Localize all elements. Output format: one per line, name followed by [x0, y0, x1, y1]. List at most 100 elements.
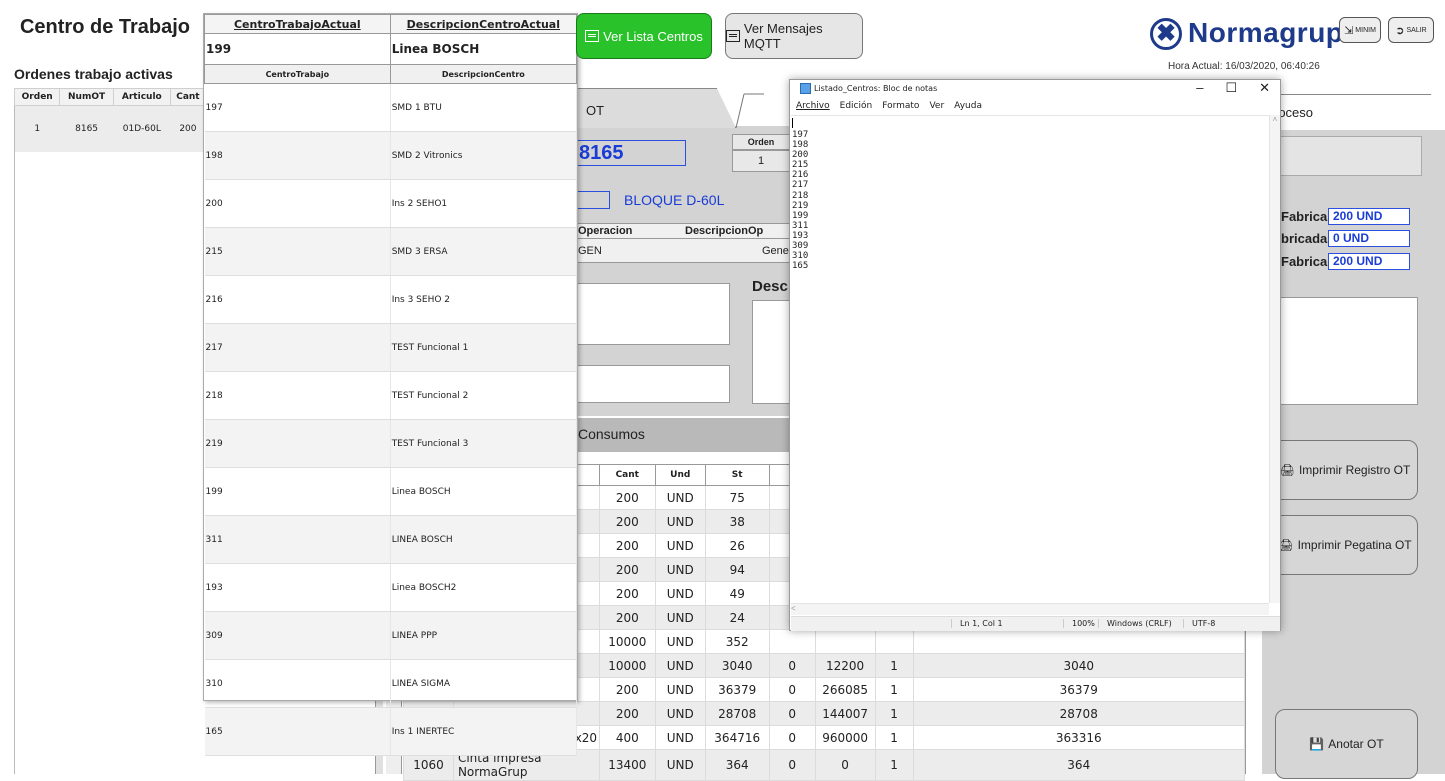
- qty-fabricadas-label: bricadas: [1281, 231, 1335, 246]
- center-description: SMD 1 BTU: [390, 83, 578, 132]
- qty-fabricadas-value: 0 UND: [1328, 230, 1410, 247]
- status-position: Ln 1, Col 1: [951, 619, 1003, 628]
- minimize-window-icon[interactable]: –: [1196, 80, 1203, 96]
- consumos-cell: 12200: [814, 653, 876, 678]
- consumos-cell: 200: [598, 485, 656, 510]
- printer-icon: 🖨: [1279, 463, 1295, 477]
- consumos-cell: 75: [704, 485, 770, 510]
- operation-divider: [576, 238, 791, 239]
- tab-ot-label[interactable]: OT: [586, 103, 604, 118]
- center-code: 218: [204, 371, 391, 420]
- notes-box-secondary: [576, 365, 730, 403]
- consumos-cell: 200: [598, 581, 656, 606]
- save-icon: 💾: [1309, 737, 1325, 751]
- orders-section-title: Ordenes trabajo activas: [14, 66, 173, 82]
- consumos-cell: UND: [654, 509, 706, 534]
- center-list-header: CentroTrabajo: [204, 64, 391, 84]
- consumos-cell: UND: [654, 749, 706, 781]
- table-row[interactable]: 197 SMD 1 BTU: [204, 83, 578, 132]
- notepad-text-area[interactable]: 197 198 200 215 216 217 218 219 199 311 …: [791, 115, 1269, 603]
- table-row[interactable]: 311 LINEA BOSCH: [204, 515, 578, 564]
- consumos-cell: 0: [768, 749, 816, 781]
- consumos-cell: 352: [704, 629, 770, 654]
- maximize-window-icon[interactable]: ☐: [1225, 80, 1237, 96]
- consumos-cell: 0: [768, 653, 816, 678]
- exit-label: SALIR: [1406, 26, 1427, 34]
- annotate-ot-button[interactable]: 💾 Anotar OT: [1275, 709, 1418, 779]
- table-row[interactable]: 218 TEST Funcional 2: [204, 371, 578, 420]
- right-header-strip: [1272, 136, 1422, 176]
- consumos-col-header[interactable]: St: [704, 464, 770, 486]
- center-description: LINEA PPP: [390, 611, 578, 660]
- chevron-up-icon[interactable]: ˄: [1273, 115, 1278, 124]
- col-numot[interactable]: NumOT: [59, 88, 114, 106]
- horizontal-scrollbar[interactable]: ˂: [791, 603, 1269, 615]
- center-description: Ins 2 SEHO1: [390, 179, 578, 228]
- current-time: Hora Actual: 16/03/2020, 06:40:26: [1168, 61, 1320, 72]
- cell-orden: 1: [14, 105, 60, 152]
- view-centers-button[interactable]: Ver Lista Centros: [576, 13, 712, 59]
- consumos-cell: 200: [598, 677, 656, 702]
- table-row[interactable]: 215 SMD 3 ERSA: [204, 227, 578, 276]
- consumos-col-header[interactable]: Und: [654, 464, 706, 486]
- consumos-cell: 400: [598, 725, 656, 750]
- vertical-scrollbar[interactable]: ˄: [1269, 115, 1280, 603]
- table-row[interactable]: 310 LINEA SIGMA: [204, 659, 578, 708]
- table-row[interactable]: 309 LINEA PPP: [204, 611, 578, 660]
- description-label: Desc: [752, 278, 788, 295]
- center-description: TEST Funcional 3: [390, 419, 578, 468]
- table-row[interactable]: 219 TEST Funcional 3: [204, 419, 578, 468]
- view-mqtt-button[interactable]: Ver Mensajes MQTT: [725, 13, 863, 59]
- close-window-icon[interactable]: ✕: [1259, 80, 1270, 96]
- table-row[interactable]: 199 Linea BOSCH: [204, 467, 578, 516]
- consumos-cell: UND: [654, 485, 706, 510]
- minimize-button[interactable]: ⇲ MINIM: [1339, 17, 1381, 43]
- view-centers-label: Ver Lista Centros: [603, 28, 703, 44]
- consumos-cell: 200: [598, 509, 656, 534]
- col-articulo[interactable]: Articulo: [112, 88, 171, 106]
- consumos-cell: 3040: [912, 653, 1246, 678]
- table-row[interactable]: 165 Ins 1 INERTEC: [204, 707, 578, 756]
- consumos-cell: UND: [654, 581, 706, 606]
- chevron-left-icon[interactable]: ˂: [791, 604, 796, 613]
- consumos-cell: 36379: [704, 677, 770, 702]
- table-row[interactable]: 200 Ins 2 SEHO1: [204, 179, 578, 228]
- consumos-cell: 200: [598, 605, 656, 630]
- annotate-ot-label: Anotar OT: [1328, 737, 1384, 751]
- consumos-cell: UND: [654, 653, 706, 678]
- col-cant[interactable]: Cant: [169, 88, 207, 106]
- menu-formato[interactable]: Formato: [882, 101, 919, 111]
- exit-button[interactable]: ➲ SALIR: [1388, 17, 1434, 43]
- notepad-titlebar[interactable]: Listado_Centros: Bloc de notas: [800, 83, 937, 94]
- consumos-cell: 266085: [814, 677, 876, 702]
- consumos-cell: 1: [874, 677, 914, 702]
- table-row[interactable]: 198 SMD 2 Vitronics: [204, 131, 578, 180]
- print-sticker-button[interactable]: 🖨 Imprimir Pegatina OT: [1272, 515, 1418, 575]
- center-code: 219: [204, 419, 391, 468]
- consumos-cell: 1: [874, 653, 914, 678]
- qty-restantes-value: 200 UND: [1328, 253, 1410, 270]
- print-sticker-label: Imprimir Pegatina OT: [1297, 538, 1412, 552]
- table-row[interactable]: 193 Linea BOSCH2: [204, 563, 578, 612]
- table-row[interactable]: 217 TEST Funcional 1: [204, 323, 578, 372]
- consumos-cell: 13400: [598, 749, 656, 781]
- menu-edicion[interactable]: Edición: [840, 101, 873, 111]
- consumos-col-header[interactable]: Cant: [598, 464, 656, 486]
- consumos-cell: 10000: [598, 629, 656, 654]
- menu-archivo[interactable]: Archivo: [796, 101, 830, 111]
- description-box: [752, 300, 792, 404]
- table-row[interactable]: 216 Ins 3 SEHO 2: [204, 275, 578, 324]
- center-description: Ins 3 SEHO 2: [390, 275, 578, 324]
- list-icon: [585, 30, 600, 42]
- print-register-button[interactable]: 🖨 Imprimir Registro OT: [1272, 440, 1418, 500]
- consumos-cell: 364: [912, 749, 1246, 781]
- col-orden[interactable]: Orden: [13, 88, 61, 106]
- consumos-cell: 3040: [704, 653, 770, 678]
- consumos-title: Consumos: [578, 426, 645, 442]
- table-row[interactable]: 1 8165 01D-60L 200: [14, 105, 206, 152]
- notepad-window[interactable]: Listado_Centros: Bloc de notas – ☐ ✕ Arc…: [789, 79, 1281, 631]
- menu-ayuda[interactable]: Ayuda: [954, 101, 982, 111]
- menu-ver[interactable]: Ver: [929, 101, 944, 111]
- current-center-desc-header: DescripcionCentroActual: [389, 14, 578, 34]
- consumos-cell: 10000: [598, 653, 656, 678]
